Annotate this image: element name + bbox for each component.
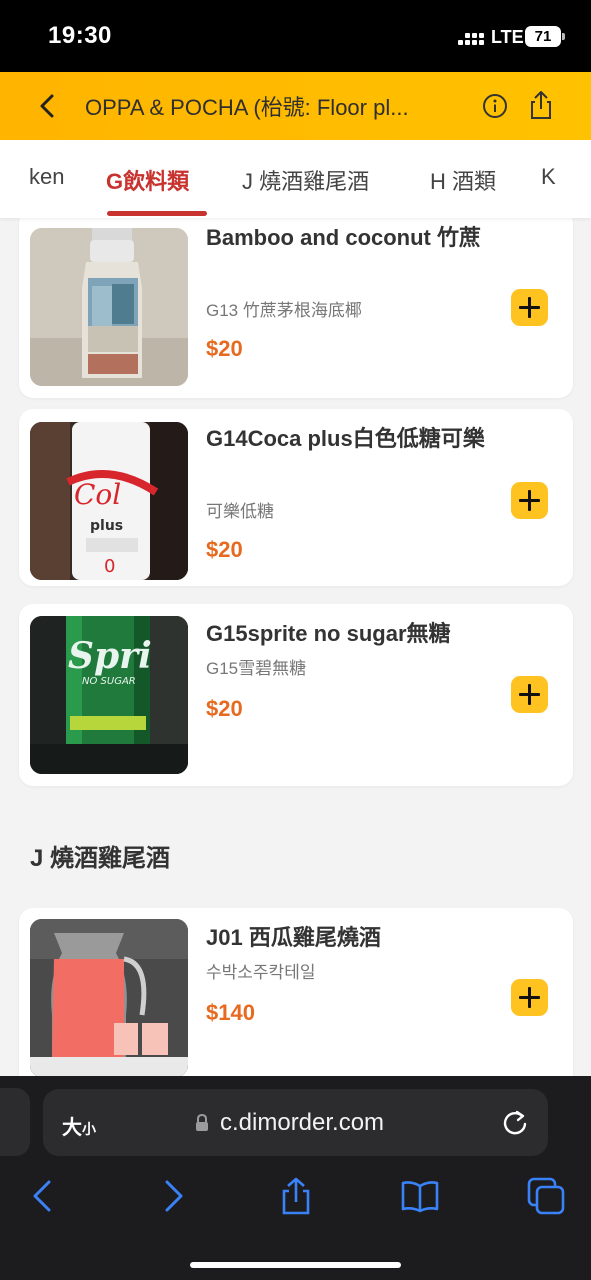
info-icon — [483, 94, 507, 118]
menu-content: Bamboo and coconut 竹蔗 G13 竹蔗茅根海底椰 $20 Co… — [0, 218, 591, 1076]
info-button[interactable] — [482, 93, 508, 119]
tab-drinks[interactable]: G飲料類 — [106, 164, 189, 196]
app-screen: 19:30 LTE 71 OPPA & POCHA (枱號: Floor pl.… — [0, 0, 591, 1280]
active-tab-indicator — [107, 211, 207, 216]
tabs-icon[interactable] — [526, 1176, 566, 1216]
menu-item-card[interactable]: Col plus 0 G14Coca plus白色低糖可樂 可樂低糖 $20 — [19, 409, 573, 586]
item-description: 수박소주칵테일 — [206, 963, 316, 982]
back-button[interactable] — [30, 88, 66, 124]
menu-item-card[interactable]: J01 西瓜雞尾燒酒 수박소주칵테일 $140 — [19, 908, 573, 1076]
item-description: G15雪碧無糖 — [206, 659, 307, 678]
back-arrow-icon[interactable] — [24, 1176, 64, 1216]
url-text: c.dimorder.com — [220, 1109, 385, 1136]
menu-item-card[interactable]: Bamboo and coconut 竹蔗 G13 竹蔗茅根海底椰 $20 — [19, 218, 573, 398]
menu-item-card[interactable]: Spri NO SUGAR G15sprite no sugar無糖 G15雪碧… — [19, 604, 573, 786]
lock-icon — [196, 1114, 208, 1131]
product-image — [30, 228, 188, 386]
address-bar[interactable]: 大小 c.dimorder.com — [43, 1089, 548, 1156]
add-to-cart-button[interactable] — [511, 676, 548, 713]
svg-text:Col: Col — [74, 478, 121, 511]
tab-alcohol[interactable]: H 酒類 — [430, 164, 496, 196]
category-tabs: ken G飲料類 J 燒酒雞尾酒 H 酒類 K — [0, 140, 591, 218]
text-size-small: 小 — [82, 1122, 96, 1138]
browser-toolbar: 大小 c.dimorder.com — [0, 1076, 591, 1280]
share-sheet-icon[interactable] — [276, 1176, 316, 1216]
item-price: $20 — [206, 336, 243, 361]
item-name: G14Coca plus白色低糖可樂 — [206, 426, 485, 451]
app-header: OPPA & POCHA (枱號: Floor pl... — [0, 72, 591, 140]
item-description: 可樂低糖 — [206, 502, 274, 521]
status-bar: 19:30 LTE 71 — [0, 0, 591, 72]
signal-icon — [458, 30, 486, 46]
share-icon — [531, 91, 551, 119]
previous-tab-peek[interactable] — [0, 1088, 30, 1156]
bookmarks-icon[interactable] — [400, 1176, 440, 1216]
home-indicator[interactable] — [190, 1262, 401, 1268]
item-name: J01 西瓜雞尾燒酒 — [206, 925, 381, 950]
add-to-cart-button[interactable] — [511, 979, 548, 1016]
item-name: Bamboo and coconut 竹蔗 — [206, 225, 482, 250]
text-size-big: 大 — [62, 1115, 82, 1139]
status-time: 19:30 — [48, 22, 112, 49]
item-description: G13 竹蔗茅根海底椰 — [206, 301, 362, 320]
svg-text:plus: plus — [90, 518, 123, 534]
product-image: Spri NO SUGAR — [30, 616, 188, 774]
text-size-button[interactable]: 大小 — [62, 1111, 96, 1140]
forward-arrow-icon[interactable] — [152, 1176, 192, 1216]
chevron-left-icon — [40, 94, 54, 118]
tab-k[interactable]: K — [541, 164, 556, 190]
tab-soju-cocktail[interactable]: J 燒酒雞尾酒 — [242, 164, 369, 196]
battery-icon: 71 — [525, 26, 565, 47]
item-price: $140 — [206, 1000, 255, 1025]
network-label: LTE — [491, 27, 524, 47]
restaurant-title: OPPA & POCHA (枱號: Floor pl... — [85, 95, 409, 120]
item-price: $20 — [206, 696, 243, 721]
svg-text:Spri: Spri — [68, 635, 152, 677]
svg-text:0: 0 — [104, 556, 115, 577]
reload-icon[interactable] — [501, 1108, 529, 1136]
item-name: G15sprite no sugar無糖 — [206, 621, 451, 646]
svg-text:NO SUGAR: NO SUGAR — [82, 676, 136, 687]
add-to-cart-button[interactable] — [511, 289, 548, 326]
add-to-cart-button[interactable] — [511, 482, 548, 519]
section-title: J 燒酒雞尾酒 — [30, 845, 171, 872]
tab-chicken[interactable]: ken — [29, 164, 64, 190]
share-button[interactable] — [527, 90, 555, 120]
item-price: $20 — [206, 537, 243, 562]
product-image — [30, 919, 188, 1076]
product-image: Col plus 0 — [30, 422, 188, 580]
